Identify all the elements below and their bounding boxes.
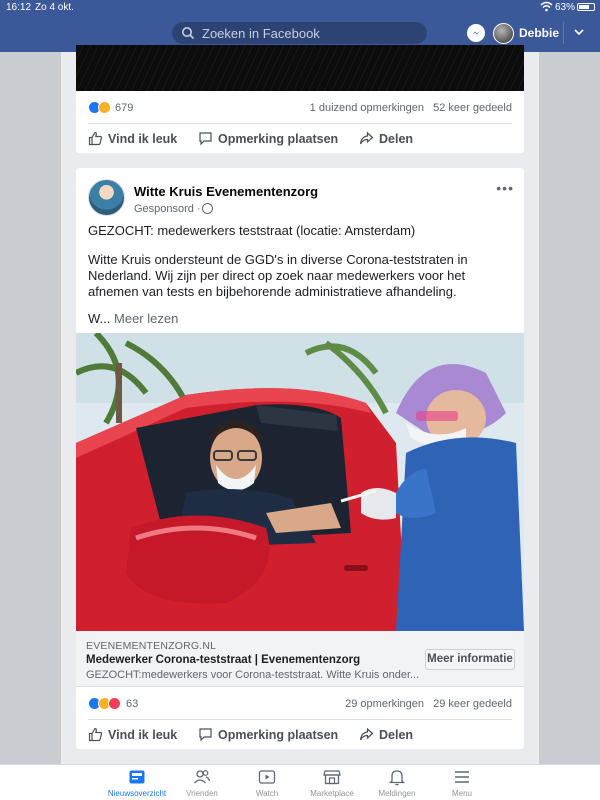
post-card-sponsored: Witte Kruis Evenementenzorg Gesponsord ·… (76, 168, 524, 749)
post-actions: Vind ik leuk Opmerking plaatsen Delen (88, 123, 512, 153)
truncated-text: W... (88, 311, 111, 326)
search-icon (182, 27, 195, 40)
friends-icon (194, 770, 211, 784)
link-preview[interactable]: EVENEMENTENZORG.NL Medewerker Corona-tes… (76, 631, 524, 687)
page-name[interactable]: Witte Kruis Evenementenzorg (134, 184, 318, 199)
separator-dot: · (197, 203, 201, 215)
haha-reaction-icon (98, 101, 111, 114)
tab-marketplace[interactable]: Marketplace (297, 768, 367, 798)
sponsored-label[interactable]: Gesponsord · (134, 203, 201, 215)
post-card-previous: 679 1 duizend opmerkingen 52 keer gedeel… (76, 45, 524, 153)
tab-label: Nieuwsoverzicht (107, 789, 167, 798)
post-stats: 679 1 duizend opmerkingen 52 keer gedeel… (88, 97, 512, 119)
post-headline: GEZOCHT: medewerkers teststraat (locatie… (88, 223, 416, 238)
bottom-tab-bar: Nieuwsoverzicht Vrienden Watch Marketpla… (0, 764, 600, 800)
post-video[interactable] (76, 45, 524, 91)
comment-icon (199, 132, 212, 146)
share-label: Delen (379, 728, 414, 742)
love-reaction-icon (108, 697, 121, 710)
comment-icon (199, 728, 212, 742)
link-description: GEZOCHT:medewerkers voor Corona-teststra… (86, 669, 420, 681)
news-feed-icon (129, 770, 145, 784)
share-label: Delen (379, 132, 414, 146)
tab-friends[interactable]: Vrienden (167, 768, 237, 798)
link-title: Medewerker Corona-teststraat | Evenement… (86, 654, 361, 666)
tab-label: Vrienden (186, 789, 218, 798)
thumbs-up-icon (88, 727, 103, 742)
chevron-down-icon[interactable] (573, 26, 585, 38)
reaction-count[interactable]: 63 (126, 698, 138, 710)
comment-count[interactable]: 29 opmerkingen (345, 698, 424, 710)
tab-watch[interactable]: Watch (232, 768, 302, 798)
page-avatar[interactable] (88, 179, 125, 216)
wifi-icon (540, 1, 553, 12)
share-icon (359, 727, 374, 741)
tab-label: Marketplace (310, 789, 354, 798)
like-label: Vind ik leuk (108, 132, 178, 146)
search-bar[interactable]: Zoeken in Facebook (172, 22, 427, 44)
header-divider (563, 22, 564, 44)
status-bar: 16:12 Zo 4 okt. 63% (0, 0, 600, 14)
more-options-icon[interactable]: ••• (496, 180, 514, 196)
tab-label: Watch (255, 789, 279, 798)
sponsored-text: Gesponsord (134, 203, 194, 215)
post-body: Witte Kruis ondersteunt de GGD's in dive… (88, 252, 468, 299)
messenger-icon[interactable] (467, 24, 485, 42)
profile-name[interactable]: Debbie (519, 26, 559, 40)
reaction-count[interactable]: 679 (115, 102, 133, 114)
post-truncated: W... Meer lezen (88, 311, 512, 327)
marketplace-icon (323, 770, 341, 785)
post-image[interactable] (76, 333, 524, 631)
avatar[interactable] (493, 23, 514, 44)
tab-menu[interactable]: Menu (427, 768, 497, 798)
bell-icon (388, 770, 406, 786)
comment-label: Opmerking plaatsen (218, 728, 339, 742)
share-icon (359, 131, 374, 145)
battery-icon (577, 3, 595, 11)
post-stats: 63 29 opmerkingen 29 keer gedeeld (88, 693, 512, 715)
watch-icon (258, 770, 276, 784)
tab-notifications[interactable]: Meldingen (362, 768, 432, 798)
like-label: Vind ik leuk (108, 728, 178, 742)
status-time: 16:12 (6, 2, 32, 13)
search-placeholder: Zoeken in Facebook (202, 26, 320, 41)
tab-label: Meldingen (378, 789, 416, 798)
globe-icon (202, 203, 213, 214)
read-more-link[interactable]: Meer lezen (114, 311, 178, 326)
share-count[interactable]: 52 keer gedeeld (433, 102, 512, 114)
tab-news-feed[interactable]: Nieuwsoverzicht (102, 768, 172, 798)
battery-percent: 63% (555, 2, 576, 13)
share-count[interactable]: 29 keer gedeeld (433, 698, 512, 710)
link-domain: EVENEMENTENZORG.NL (86, 640, 217, 652)
comment-count[interactable]: 1 duizend opmerkingen (310, 102, 424, 114)
more-info-button[interactable]: Meer informatie (425, 649, 515, 670)
comment-label: Opmerking plaatsen (218, 132, 339, 146)
status-date: Zo 4 okt. (35, 2, 74, 13)
tab-label: Menu (451, 789, 472, 798)
post-actions: Vind ik leuk Opmerking plaatsen Delen (88, 719, 512, 749)
menu-icon (455, 771, 469, 783)
thumbs-up-icon (88, 131, 103, 146)
